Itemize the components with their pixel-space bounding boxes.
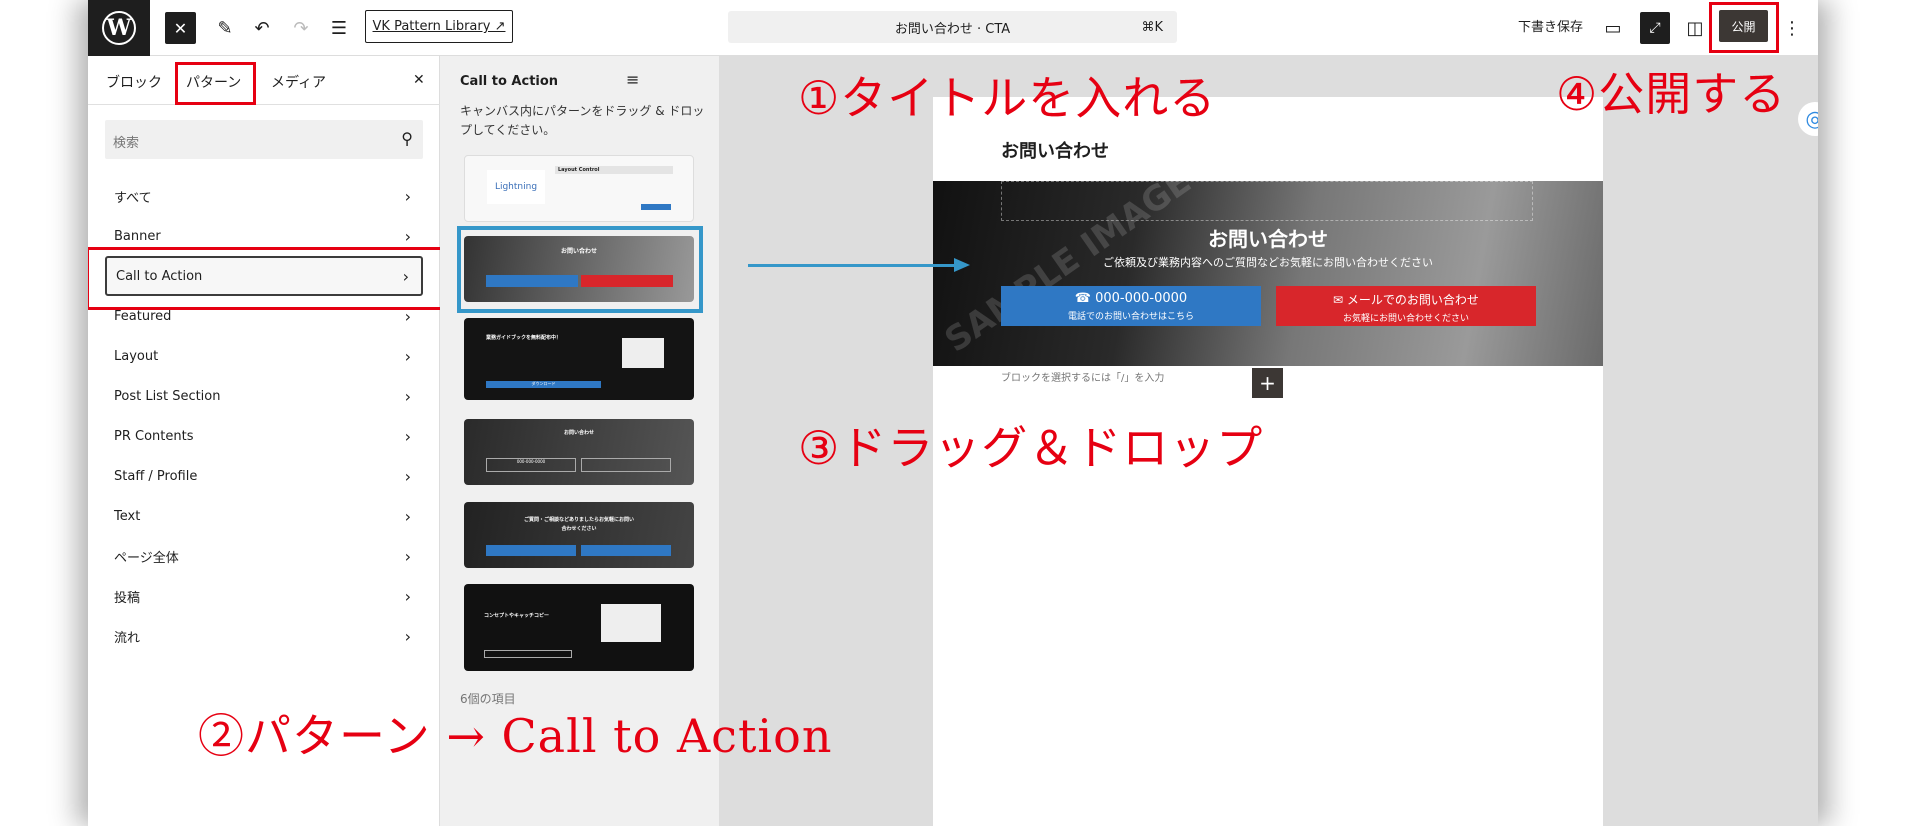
pattern-thumb-concept[interactable]: コンセプトやキャッチコピー <box>464 584 694 671</box>
category-label: ページ全体 <box>114 550 179 566</box>
preview-laptop-icon[interactable]: ▭ <box>1600 12 1626 44</box>
wordpress-logo[interactable]: W <box>88 0 150 56</box>
category-item[interactable]: PR Contents › <box>105 416 423 456</box>
add-block-button[interactable]: + <box>1252 368 1283 398</box>
category-item[interactable]: Layout › <box>105 336 423 376</box>
chevron-right-icon: › <box>404 626 411 646</box>
cta-heading: お問い合わせ <box>1208 227 1328 251</box>
page-title[interactable]: お問い合わせ <box>1001 137 1109 163</box>
search-input[interactable]: 検索 ⚲ <box>105 120 423 159</box>
sidebar-toggle-icon[interactable]: ◫ <box>1682 12 1708 44</box>
chevron-right-icon: › <box>404 506 411 526</box>
highlight-call-to-action <box>88 247 443 310</box>
category-item[interactable]: Text › <box>105 496 423 536</box>
more-options-icon[interactable]: ⋮ <box>1783 12 1801 44</box>
category-label: 流れ <box>114 630 141 646</box>
category-item[interactable]: ページ全体 › <box>105 536 423 576</box>
category-label: Layout <box>114 348 159 364</box>
annotation-step1: ①タイトルを入れる <box>798 71 1217 125</box>
close-inserter-button[interactable]: ✕ <box>165 12 196 44</box>
category-label: PR Contents <box>114 428 194 444</box>
pattern-thumb-cta-question[interactable]: ご質問・ご相談などありましたらお気軽にお問い合わせください <box>464 502 694 568</box>
pattern-thumb-cta-outline[interactable]: お問い合わせ 000-000-0000 <box>464 419 694 485</box>
cta-subtext: ご依頼及び業務内容へのご質問などお気軽にお問い合わせください <box>1103 256 1433 269</box>
pen-tool-icon[interactable]: ✎ <box>212 12 238 44</box>
save-draft-button[interactable]: 下書き保存 <box>1518 16 1583 35</box>
tel-button[interactable]: ☎ 000-000-0000 電話でのお問い合わせはこちら <box>1001 286 1261 326</box>
chevron-right-icon: › <box>404 466 411 486</box>
fullscreen-icon[interactable]: ⤢ <box>1640 12 1670 44</box>
chevron-right-icon: › <box>404 226 411 246</box>
annotation-step2: ②パターン → Call to Action <box>198 709 833 763</box>
pattern-thumb-guidebook[interactable]: 業務ガイドブックを無料配布中！ ダウンロード <box>464 318 694 400</box>
top-toolbar: W ✕ ✎ ↶ ↷ ☰ VK Pattern Library ↗ お問い合わせ … <box>88 0 1818 56</box>
block-placeholder[interactable]: ブロックを選択するには「/」を入力 <box>1001 369 1164 384</box>
search-icon: ⚲ <box>401 129 413 148</box>
highlight-publish <box>1709 2 1779 53</box>
category-item[interactable]: Staff / Profile › <box>105 456 423 496</box>
assistant-swirl-icon[interactable]: ◎ <box>1798 102 1818 136</box>
category-label: Text <box>114 508 141 524</box>
command-palette[interactable]: お問い合わせ · CTA ⌘K <box>728 11 1177 43</box>
category-item[interactable]: 投稿 › <box>105 576 423 616</box>
tab-media[interactable]: メディア <box>271 72 326 92</box>
annotation-step4: ④公開する <box>1556 67 1787 121</box>
mail-button[interactable]: ✉ メールでのお問い合わせ お気軽にお問い合わせください <box>1276 286 1536 326</box>
pattern-thumb-cta-contact[interactable]: お問い合わせ <box>464 236 694 302</box>
category-label: 投稿 <box>114 590 141 606</box>
chevron-right-icon: › <box>404 346 411 366</box>
chevron-right-icon: › <box>404 186 411 206</box>
chevron-right-icon: › <box>404 426 411 446</box>
site-link[interactable]: VK Pattern Library ↗ <box>365 10 513 43</box>
category-label: Post List Section <box>114 388 221 404</box>
pattern-hint: キャンバス内にパターンをドラッグ & ドロップしてください。 <box>460 104 705 137</box>
category-item[interactable]: Post List Section › <box>105 376 423 416</box>
category-item[interactable]: すべて › <box>105 176 423 216</box>
category-item[interactable]: 流れ › <box>105 616 423 656</box>
chevron-right-icon: › <box>404 386 411 406</box>
category-label: Featured <box>114 308 172 324</box>
category-label: すべて <box>114 190 152 206</box>
annotation-step3: ③ドラッグ＆ドロップ <box>798 421 1264 475</box>
chevron-right-icon: › <box>404 586 411 606</box>
category-label: Staff / Profile <box>114 468 198 484</box>
highlight-patterns-tab <box>175 62 256 105</box>
tab-divider <box>88 104 440 105</box>
drag-arrow <box>748 264 958 267</box>
phone-icon: ☎ 000-000-0000 <box>1074 291 1188 306</box>
tab-blocks[interactable]: ブロック <box>106 72 162 92</box>
undo-icon[interactable]: ↶ <box>249 12 275 44</box>
pattern-thumb-layout-control[interactable]: Lightning Layout Control <box>464 155 694 222</box>
mail-icon: ✉ メールでのお問い合わせ <box>1333 293 1479 307</box>
list-view-icon[interactable]: ☰ <box>326 12 352 44</box>
cta-cover-block[interactable]: SAMPLE IMAGE お問い合わせ ご依頼及び業務内容へのご質問などお気軽に… <box>933 181 1603 366</box>
close-icon[interactable]: ✕ <box>413 72 425 88</box>
pattern-category-title: Call to Action <box>460 74 559 89</box>
category-label: Banner <box>114 228 161 244</box>
drag-arrow-head <box>954 258 970 272</box>
filter-icon[interactable]: ≡ <box>626 70 639 89</box>
redo-icon[interactable]: ↷ <box>288 12 314 44</box>
chevron-right-icon: › <box>404 546 411 566</box>
